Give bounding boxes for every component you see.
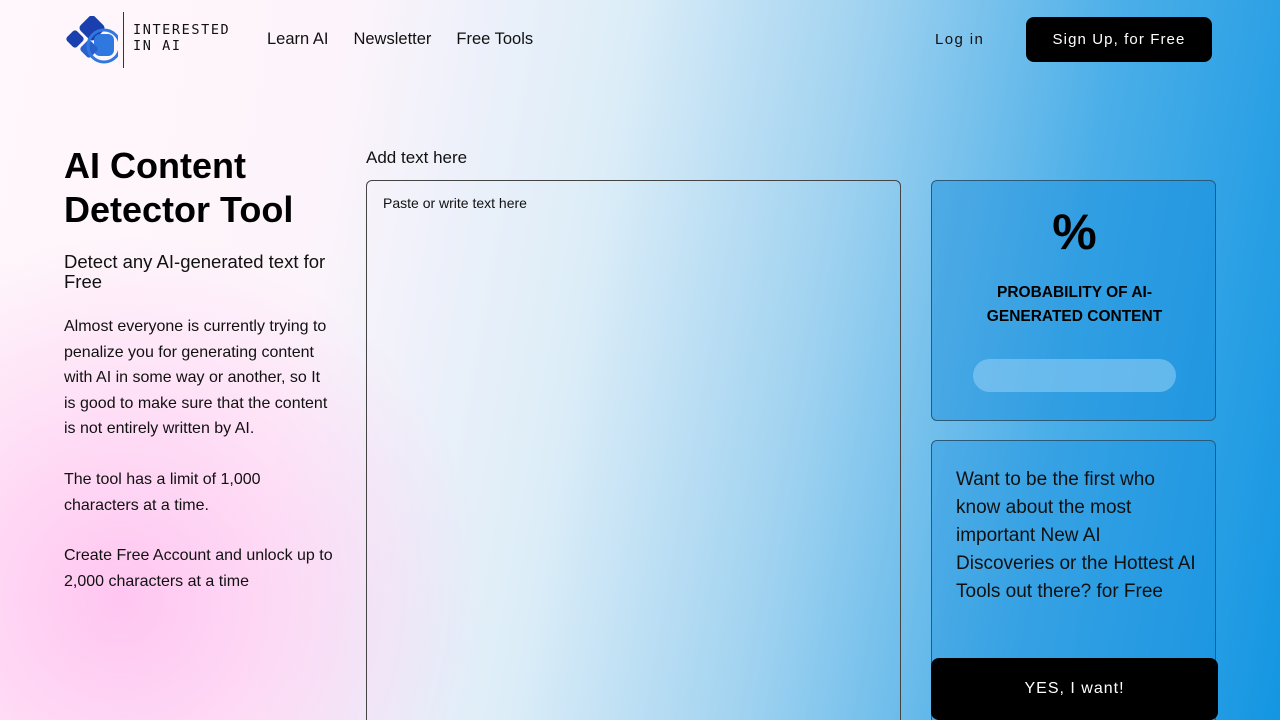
login-link[interactable]: Log in (935, 31, 984, 48)
hero-section: AI Content Detector Tool Detect any AI-g… (64, 144, 334, 594)
nav-newsletter[interactable]: Newsletter (353, 30, 431, 49)
site-logo[interactable]: INTERESTED IN AI (64, 12, 244, 70)
newsletter-subscribe-button[interactable]: YES, I want! (931, 658, 1218, 720)
account-paragraph: Create Free Account and unlock up to 2,0… (64, 547, 333, 590)
probability-bar (973, 359, 1176, 392)
page-subtitle: Detect any AI-generated text for Free (64, 251, 326, 292)
signup-button[interactable]: Sign Up, for Free (1026, 17, 1212, 62)
newsletter-card: Want to be the first who know about the … (931, 440, 1218, 720)
probability-card: % PROBABILITY OF AI-GENERATED CONTENT (931, 180, 1216, 421)
limit-paragraph: The tool has a limit of 1,000 characters… (64, 470, 261, 514)
main-nav: Learn AI Newsletter Free Tools (267, 30, 533, 49)
newsletter-text: Want to be the first who know about the … (956, 469, 1196, 602)
intro-paragraph: Almost everyone is currently trying to p… (64, 318, 328, 438)
page-title: AI Content Detector Tool (64, 145, 294, 230)
nav-free-tools[interactable]: Free Tools (456, 30, 533, 49)
site-header: INTERESTED IN AI Learn AI Newsletter Fre… (0, 0, 1280, 80)
probability-value: % (1052, 204, 1097, 260)
text-input-label: Add text here (366, 148, 468, 167)
content-textarea[interactable] (366, 180, 901, 720)
nav-learn-ai[interactable]: Learn AI (267, 30, 328, 49)
logo-wordmark: INTERESTED IN AI (133, 22, 231, 54)
logo-icon (66, 16, 118, 64)
probability-label: PROBABILITY OF AI-GENERATED CONTENT (986, 284, 1163, 325)
logo-divider (123, 12, 124, 68)
